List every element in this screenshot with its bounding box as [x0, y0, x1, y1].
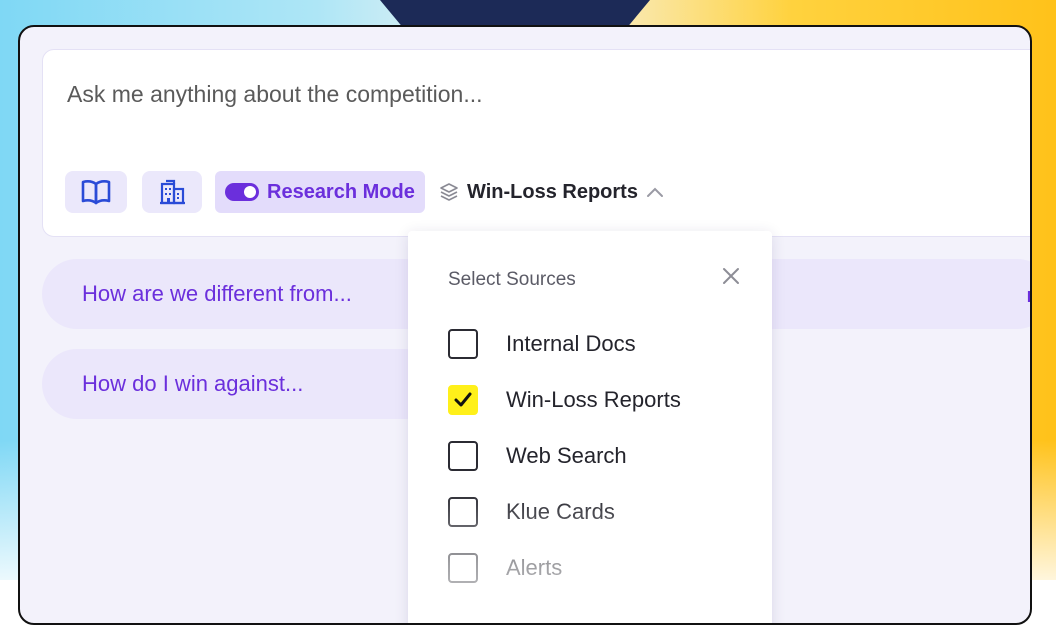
option-label: Internal Docs [506, 331, 636, 356]
app-window: Research Mode Win-Loss Reports How are w… [18, 25, 1032, 625]
library-button[interactable] [65, 171, 127, 213]
option-label: Win-Loss Reports [506, 387, 681, 412]
checkbox[interactable] [448, 553, 478, 583]
suggestion-label: How are we different from... [82, 281, 352, 306]
source-option-web-search[interactable]: Web Search [448, 441, 627, 471]
toggle-switch-icon[interactable] [225, 183, 259, 201]
prompt-input[interactable] [65, 80, 969, 109]
option-label: Web Search [506, 443, 627, 468]
companies-button[interactable] [142, 171, 202, 213]
option-label: Alerts [506, 555, 563, 580]
sources-label: Win-Loss Reports [467, 180, 638, 203]
checkmark-icon [454, 392, 472, 407]
source-option-win-loss-reports[interactable]: Win-Loss Reports [448, 385, 681, 415]
layers-icon [440, 183, 458, 201]
research-mode-toggle[interactable]: Research Mode [215, 171, 425, 213]
source-option-internal-docs[interactable]: Internal Docs [448, 329, 636, 359]
suggestion-chip[interactable]: How do I win against... [42, 349, 442, 419]
close-icon[interactable] [720, 265, 742, 287]
suggestion-label: How do I win against... [82, 371, 304, 396]
sources-dropdown-button[interactable]: Win-Loss Reports [439, 171, 664, 213]
checkbox[interactable] [448, 441, 478, 471]
building-icon [160, 179, 185, 205]
option-label: Klue Cards [506, 499, 615, 524]
chevron-up-icon [646, 187, 663, 197]
book-icon [81, 180, 111, 205]
checkbox[interactable] [448, 329, 478, 359]
checkbox[interactable] [448, 497, 478, 527]
select-sources-dropdown: Select Sources Internal Docs Win-Loss Re… [408, 231, 772, 623]
source-option-klue-cards[interactable]: Klue Cards [448, 497, 615, 527]
checkbox-checked[interactable] [448, 385, 478, 415]
dropdown-title: Select Sources [448, 269, 576, 290]
research-mode-label: Research Mode [267, 180, 415, 203]
prompt-card: Research Mode Win-Loss Reports [42, 49, 1030, 237]
background-navy-band [380, 0, 650, 26]
cut-off-icon: ı [1026, 285, 1032, 307]
source-option-alerts[interactable]: Alerts [448, 553, 562, 583]
